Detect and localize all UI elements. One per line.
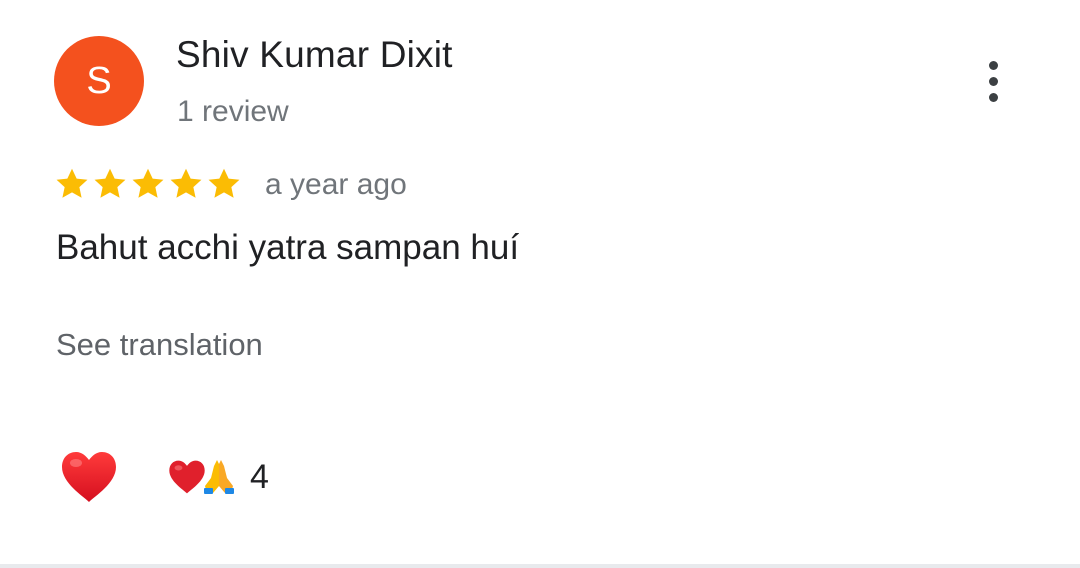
divider: [0, 564, 1080, 568]
avatar[interactable]: S: [54, 36, 144, 126]
reaction-summary[interactable]: 4: [168, 455, 269, 499]
reviewer-name[interactable]: Shiv Kumar Dixit: [176, 34, 453, 76]
react-heart-button[interactable]: [56, 446, 122, 508]
red-heart-icon: [62, 452, 116, 502]
reaction-count: 4: [250, 457, 269, 496]
folded-hands-icon: [204, 460, 234, 494]
red-heart-icon: [169, 460, 205, 494]
review-text: Bahut acchi yatra sampan huí: [56, 228, 520, 267]
star-icon: [208, 168, 240, 198]
more-options-button[interactable]: [968, 56, 1018, 106]
see-translation-link[interactable]: See translation: [56, 327, 263, 363]
star-icon: [170, 168, 202, 198]
more-vert-icon: [988, 60, 998, 70]
avatar-letter: S: [86, 59, 112, 102]
star-icon: [132, 168, 164, 198]
review-card: S Shiv Kumar Dixit 1 review a year ago B…: [0, 0, 1080, 568]
star-icon: [56, 168, 88, 198]
star-icon: [94, 168, 126, 198]
star-rating: [54, 166, 242, 202]
review-time: a year ago: [265, 168, 407, 201]
reviewer-review-count: 1 review: [177, 95, 289, 128]
